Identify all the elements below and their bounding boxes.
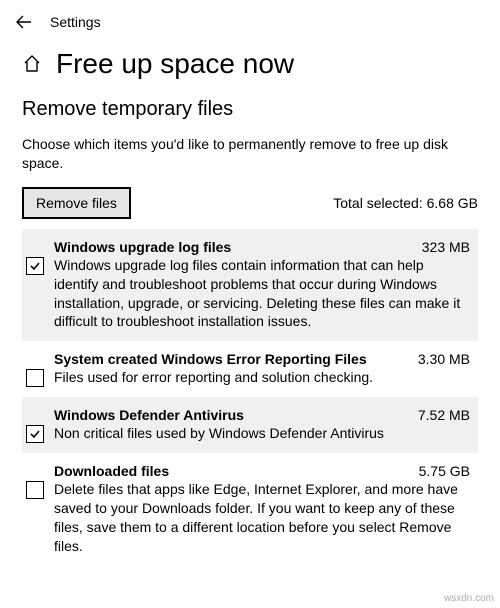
item-description: Windows upgrade log files contain inform… <box>54 256 470 332</box>
list-item[interactable]: Windows Defender Antivirus 7.52 MB Non c… <box>22 397 478 453</box>
list-item[interactable]: Downloaded files 5.75 GB Delete files th… <box>22 453 478 566</box>
checkbox-error-reporting[interactable] <box>26 369 44 387</box>
checkbox-windows-upgrade-log[interactable] <box>26 257 44 275</box>
item-size: 3.30 MB <box>418 351 470 367</box>
item-title: Windows upgrade log files <box>54 239 231 255</box>
total-selected-label: Total selected: 6.68 GB <box>333 195 478 211</box>
checkbox-downloaded-files[interactable] <box>26 481 44 499</box>
item-description: Non critical files used by Windows Defen… <box>54 424 470 443</box>
home-icon[interactable] <box>22 54 42 74</box>
item-description: Files used for error reporting and solut… <box>54 368 470 387</box>
item-title: Downloaded files <box>54 463 169 479</box>
checkbox-defender-antivirus[interactable] <box>26 425 44 443</box>
section-title: Remove temporary files <box>22 98 478 121</box>
item-title: Windows Defender Antivirus <box>54 407 244 423</box>
item-size: 7.52 MB <box>418 407 470 423</box>
item-title: System created Windows Error Reporting F… <box>54 351 367 367</box>
list-item[interactable]: System created Windows Error Reporting F… <box>22 341 478 397</box>
item-size: 5.75 GB <box>419 463 470 479</box>
page-title: Free up space now <box>56 48 294 80</box>
section-description: Choose which items you'd like to permane… <box>22 135 478 173</box>
app-title: Settings <box>50 14 101 30</box>
back-arrow-icon[interactable] <box>16 14 32 30</box>
watermark: wsxdn.com <box>444 593 494 604</box>
item-description: Delete files that apps like Edge, Intern… <box>54 480 470 556</box>
list-item[interactable]: Windows upgrade log files 323 MB Windows… <box>22 229 478 342</box>
item-size: 323 MB <box>422 239 470 255</box>
remove-files-button[interactable]: Remove files <box>22 187 131 219</box>
